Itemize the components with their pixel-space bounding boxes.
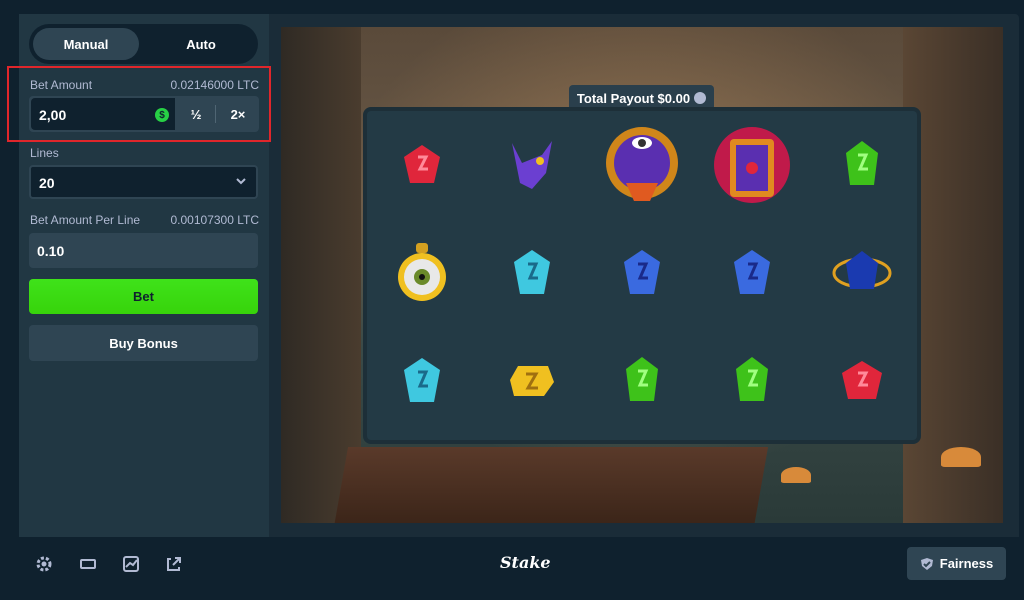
tab-manual[interactable]: Manual xyxy=(33,28,139,60)
symbol-green-gem-icon xyxy=(587,327,697,435)
bet-amount-crypto: 0.02146000 LTC xyxy=(170,78,259,92)
symbol-red-gem-icon xyxy=(367,111,477,219)
stake-logo: Stake xyxy=(500,553,551,572)
total-payout-text: Total Payout $0.00 xyxy=(576,90,691,106)
symbol-book-portal-icon xyxy=(697,111,807,219)
mushroom xyxy=(941,447,981,467)
per-line-label: Bet Amount Per Line xyxy=(30,213,141,227)
bet-amount-group: 2,00 $ ½ 2× xyxy=(29,96,259,132)
bet-amount-input[interactable]: 2,00 $ xyxy=(31,98,175,130)
symbol-blue-orb-icon xyxy=(807,219,917,327)
wooden-path xyxy=(333,447,769,523)
shield-check-icon xyxy=(920,557,933,570)
dollar-coin-icon: $ xyxy=(155,108,169,122)
divider xyxy=(215,105,216,123)
tab-auto[interactable]: Auto xyxy=(148,28,254,60)
symbol-purple-creature-icon xyxy=(477,111,587,219)
symbol-red-gem-icon xyxy=(807,327,917,435)
bet-button[interactable]: Bet xyxy=(29,279,258,314)
per-line-field: 0.10 xyxy=(29,233,258,268)
symbol-eyeball-charm-icon xyxy=(367,219,477,327)
total-payout: Total Payout $0.00 xyxy=(569,85,714,111)
bet-amount-value[interactable]: 2,00 xyxy=(39,107,66,123)
double-button[interactable]: 2× xyxy=(217,96,259,132)
bet-amount-label: Bet Amount xyxy=(30,78,93,92)
stats-icon[interactable] xyxy=(122,555,140,573)
mushroom xyxy=(781,467,811,483)
theater-icon[interactable] xyxy=(79,555,97,573)
ltc-coin-icon xyxy=(694,92,707,104)
slot-board xyxy=(367,111,917,440)
lines-select[interactable]: 20 xyxy=(29,165,258,199)
symbol-yellow-gem-icon xyxy=(477,327,587,435)
per-line-value: 0.10 xyxy=(37,243,65,259)
symbol-cyan-gem-icon xyxy=(367,327,477,435)
buy-bonus-button[interactable]: Buy Bonus xyxy=(29,325,258,361)
mode-tabs: Manual Auto xyxy=(29,24,258,64)
symbol-green-gem-icon xyxy=(807,111,917,219)
fairness-label: Fairness xyxy=(939,556,994,571)
symbol-eye-portal-icon xyxy=(587,111,697,219)
half-button[interactable]: ½ xyxy=(177,96,215,132)
per-line-crypto: 0.00107300 LTC xyxy=(170,213,259,227)
lines-value: 20 xyxy=(39,175,55,191)
symbol-cyan-gem-icon xyxy=(477,219,587,327)
fairness-button[interactable]: Fairness xyxy=(907,547,1006,580)
chevron-down-icon xyxy=(236,178,246,185)
symbol-green-gem-icon xyxy=(697,327,807,435)
symbol-blue-gem-icon xyxy=(587,219,697,327)
symbol-blue-gem-icon xyxy=(697,219,807,327)
gear-icon[interactable] xyxy=(35,555,53,573)
lines-label: Lines xyxy=(30,146,59,160)
popout-icon[interactable] xyxy=(165,555,183,573)
